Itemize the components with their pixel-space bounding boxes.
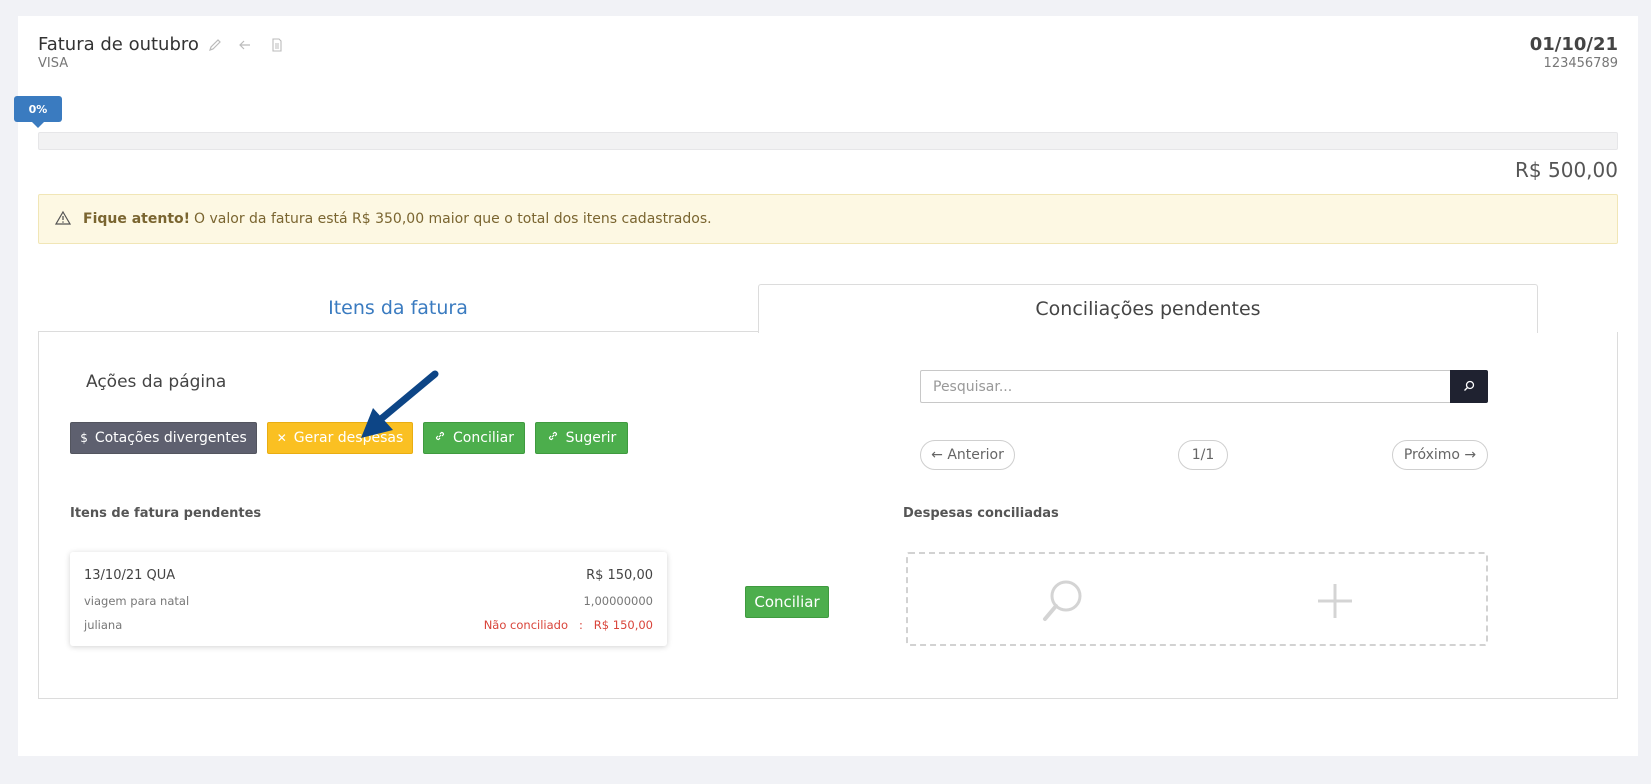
previous-page-button[interactable]: ← Anterior (920, 440, 1015, 470)
item-status-amount: R$ 150,00 (593, 618, 653, 632)
pending-item-card[interactable]: 13/10/21 QUA R$ 150,00 viagem para natal… (70, 552, 667, 646)
reconciled-expenses-heading: Despesas conciliadas (903, 506, 1059, 521)
divergent-quotes-button[interactable]: $ Cotações divergentes (70, 422, 257, 454)
plus-icon[interactable] (1310, 576, 1360, 626)
tab-itens-da-fatura[interactable]: Itens da fatura (38, 284, 758, 332)
page-indicator: 1/1 (1178, 440, 1228, 470)
tab-conciliacoes-pendentes[interactable]: Conciliações pendentes (758, 284, 1538, 333)
divergent-quotes-label: Cotações divergentes (94, 430, 247, 446)
invoice-total: R$ 500,00 (1515, 158, 1618, 182)
progress-tooltip: 0% (14, 96, 62, 128)
alert-message: O valor da fatura está R$ 350,00 maior q… (194, 211, 712, 227)
cross-tools-icon: ✕ (276, 431, 287, 445)
search-icon (1463, 377, 1475, 396)
pending-items-heading: Itens de fatura pendentes (70, 506, 262, 521)
invoice-date: 01/10/21 (1529, 34, 1618, 55)
annotation-arrow (361, 370, 439, 438)
reconcile-item-button[interactable]: Conciliar (745, 586, 829, 618)
suggest-label: Sugerir (565, 430, 617, 446)
invoice-card: Fatura de outubro VISA 01/10/21 12345678… (14, 16, 1638, 756)
page-actions-title: Ações da página (86, 372, 227, 392)
search-button[interactable] (1450, 370, 1488, 403)
item-date: 13/10/21 QUA (84, 568, 176, 583)
arrow-left-icon[interactable] (236, 36, 254, 54)
invoice-card-brand: VISA (38, 56, 69, 71)
search-input[interactable] (920, 370, 1451, 403)
invoice-number: 123456789 (1543, 56, 1618, 71)
next-page-button[interactable]: Próximo → (1392, 440, 1488, 470)
pencil-icon[interactable] (206, 36, 224, 54)
item-user: juliana (84, 618, 123, 632)
link-icon (547, 430, 559, 446)
suggest-button[interactable]: Sugerir (535, 422, 628, 454)
reconciled-expenses-dropzone[interactable] (906, 552, 1488, 646)
item-description: viagem para natal (84, 594, 190, 608)
search-icon[interactable] (1038, 576, 1088, 626)
item-amount: R$ 150,00 (586, 568, 653, 583)
document-icon[interactable] (268, 36, 286, 54)
item-rate: 1,00000000 (583, 594, 653, 608)
item-status-separator: : (578, 618, 583, 632)
progress-bar (38, 132, 1618, 150)
invoice-title: Fatura de outubro (38, 34, 199, 55)
warning-alert: Fique atento! O valor da fatura está R$ … (38, 194, 1618, 244)
warning-triangle-icon (54, 210, 73, 228)
item-status: Não conciliado : R$ 150,00 (484, 618, 653, 632)
dollar-icon: $ (80, 431, 88, 445)
item-status-label: Não conciliado (483, 618, 568, 632)
alert-strong: Fique atento! (83, 211, 191, 227)
